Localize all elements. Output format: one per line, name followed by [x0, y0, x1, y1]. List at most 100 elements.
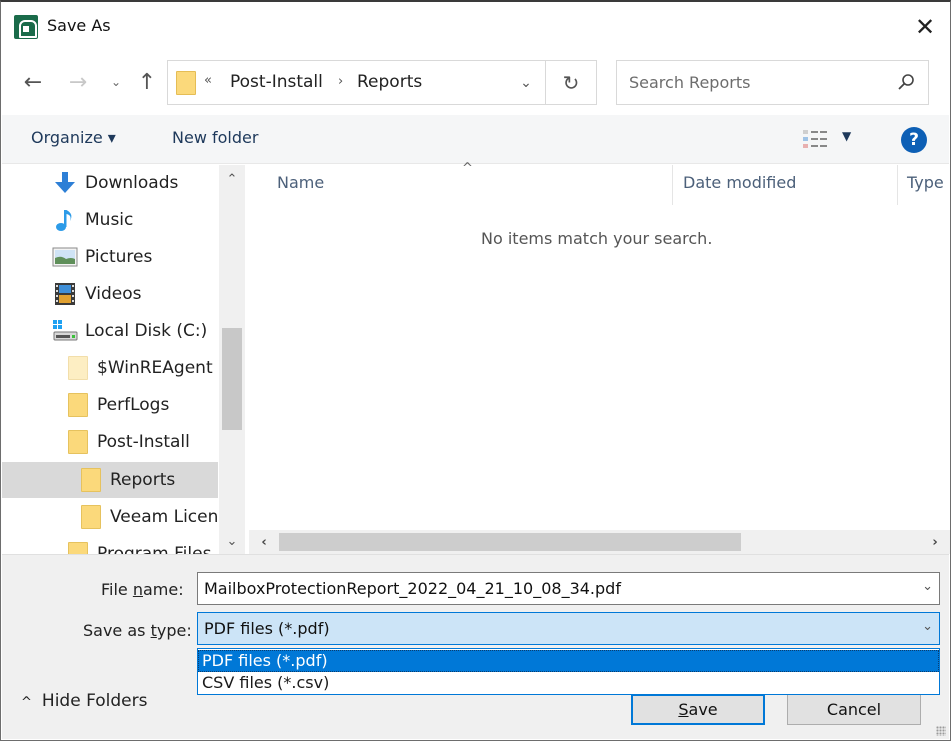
file-list: ^ Name Date modified Type No items match… [249, 161, 950, 532]
sidebar-item-label: Music [85, 210, 134, 230]
label-text: File [101, 580, 133, 599]
sidebar-item-winreagent[interactable]: $WinREAgent [2, 350, 218, 386]
sidebar-item-label: PerfLogs [97, 395, 170, 415]
sidebar-item-videos[interactable]: Videos [2, 276, 218, 312]
sidebar-item-label: Videos [85, 284, 142, 304]
up-arrow-icon: ↑ [137, 69, 157, 95]
chevron-up-icon: ^ [21, 695, 32, 710]
chevron-right-icon: › [932, 534, 938, 550]
file-type-dropdown-list: PDF files (*.pdf) CSV files (*.csv) [197, 648, 940, 695]
save-as-type-select[interactable]: PDF files (*.pdf) ⌄ [197, 612, 940, 645]
navigation-pane: Downloads Music Pictures Videos Local Di… [2, 165, 245, 554]
file-name-combobox[interactable]: MailboxProtectionReport_2022_04_21_10_08… [197, 572, 940, 605]
new-folder-button[interactable]: New folder [172, 128, 258, 147]
sort-ascending-icon: ^ [462, 161, 473, 176]
sidebar-item-post-install[interactable]: Post-Install [2, 424, 218, 460]
column-divider[interactable] [672, 165, 673, 205]
folder-icon [176, 71, 196, 95]
change-view-icon[interactable] [802, 129, 830, 149]
up-button[interactable]: ↑ [133, 64, 161, 100]
option-pdf[interactable]: PDF files (*.pdf) [198, 650, 939, 672]
column-header-name[interactable]: Name [277, 173, 324, 192]
label-text: Save as [83, 621, 151, 640]
help-icon[interactable]: ? [901, 127, 927, 153]
search-icon[interactable] [896, 72, 916, 92]
scroll-up-button[interactable]: ⌃ [219, 167, 245, 191]
save-as-dialog: Save As ✕ ← → ⌄ ↑ « Post-Install › Repor… [0, 0, 951, 741]
window-title: Save As [47, 16, 111, 35]
chevron-down-icon[interactable]: ⌄ [922, 619, 933, 634]
file-list-horizontal-scrollbar[interactable]: ‹ › [249, 530, 950, 554]
refresh-button[interactable]: ↻ [545, 61, 596, 104]
title-bar: Save As ✕ [1, 2, 950, 52]
sidebar-item-label: Veeam Licens [110, 507, 228, 527]
sidebar-item-reports[interactable]: Reports [2, 462, 218, 498]
sidebar-item-pictures[interactable]: Pictures [2, 239, 218, 275]
access-key: S [678, 700, 689, 719]
organize-button[interactable]: Organize ▾ [31, 128, 116, 147]
cancel-button[interactable]: Cancel [787, 694, 921, 725]
option-csv[interactable]: CSV files (*.csv) [198, 672, 939, 694]
column-divider[interactable] [897, 165, 898, 205]
sidebar-item-veeam-license[interactable]: Veeam Licens [2, 499, 227, 535]
sidebar-item-label: Pictures [85, 247, 153, 267]
folder-icon [68, 430, 88, 454]
sidebar-item-local-disk[interactable]: Local Disk (C:) [2, 313, 218, 349]
hidden-folder-icon [68, 356, 88, 380]
command-bar: Organize ▾ New folder ▼ ? [2, 115, 949, 164]
forward-button[interactable]: → [64, 64, 92, 100]
chevron-down-icon: ⌄ [226, 533, 238, 549]
address-dropdown-button[interactable]: ⌄ [506, 61, 546, 104]
sidebar-item-music[interactable]: Music [2, 202, 218, 238]
column-header-type[interactable]: Type [907, 173, 944, 192]
access-key: n [132, 580, 143, 599]
chevron-up-icon: ⌃ [226, 171, 238, 187]
sidebar-item-label: Post-Install [97, 432, 190, 452]
scroll-down-button[interactable]: ⌄ [219, 529, 245, 553]
scroll-left-button[interactable]: ‹ [251, 530, 277, 554]
scroll-right-button[interactable]: › [922, 530, 948, 554]
column-header-date-modified[interactable]: Date modified [683, 173, 796, 192]
navigation-pane-scrollbar[interactable]: ⌃ ⌄ [219, 165, 245, 554]
back-button[interactable]: ← [19, 64, 47, 100]
file-name-input[interactable]: MailboxProtectionReport_2022_04_21_10_08… [204, 579, 621, 598]
scrollbar-thumb[interactable] [279, 533, 741, 551]
button-label: Hide Folders [41, 691, 148, 711]
recent-locations-button[interactable]: ⌄ [102, 64, 130, 100]
scrollbar-thumb[interactable] [222, 328, 242, 430]
music-icon [56, 210, 72, 231]
sidebar-item-label: $WinREAgent [97, 358, 213, 378]
folder-icon [68, 542, 88, 554]
selected-file-type: PDF files (*.pdf) [204, 619, 330, 638]
search-box [616, 60, 929, 105]
sidebar-item-label: Program Files [97, 544, 212, 554]
breadcrumb-post-install[interactable]: Post-Install [230, 72, 323, 92]
button-label: ave [688, 700, 718, 719]
sidebar-item-program-files[interactable]: Program Files [2, 536, 218, 554]
file-name-label: File name: [101, 580, 184, 599]
address-bar[interactable]: « Post-Install › Reports ⌄ ↻ [167, 60, 597, 105]
sidebar-item-label: Reports [110, 470, 176, 490]
sidebar-item-perflogs[interactable]: PerfLogs [2, 387, 218, 423]
hide-folders-button[interactable]: ^ Hide Folders [21, 691, 147, 711]
save-as-type-label: Save as type: [83, 621, 192, 640]
close-button[interactable]: ✕ [908, 10, 942, 44]
folder-icon [81, 468, 101, 492]
empty-list-message: No items match your search. [481, 229, 713, 248]
search-input[interactable] [617, 61, 887, 104]
pictures-icon [52, 247, 78, 267]
sidebar-item-downloads[interactable]: Downloads [2, 165, 218, 201]
save-button[interactable]: Save [631, 694, 765, 725]
folder-icon [81, 505, 101, 529]
veeam-app-icon [14, 15, 38, 39]
breadcrumb-reports[interactable]: Reports [357, 72, 422, 92]
videos-icon [55, 283, 75, 305]
overflow-chevron-icon[interactable]: « [204, 73, 212, 88]
resize-grip-icon[interactable] [936, 726, 946, 736]
view-options-dropdown[interactable]: ▼ [842, 129, 851, 143]
chevron-down-icon[interactable]: ⌄ [922, 579, 933, 594]
forward-arrow-icon: → [68, 69, 88, 95]
chevron-down-icon: ⌄ [520, 74, 532, 91]
breadcrumb-separator-icon[interactable]: › [338, 74, 343, 89]
folder-icon [68, 393, 88, 417]
